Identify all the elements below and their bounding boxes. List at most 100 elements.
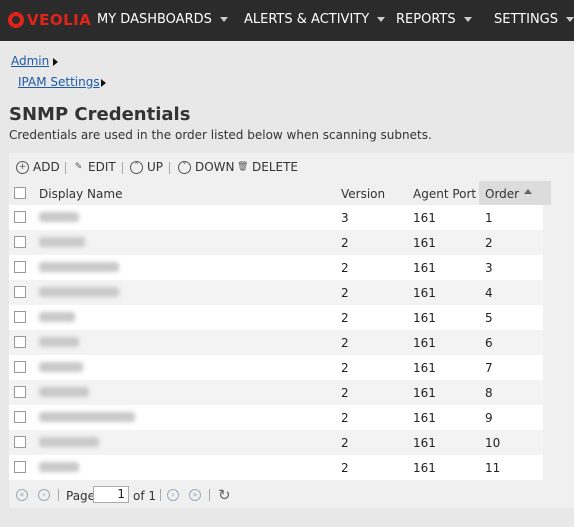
column-version[interactable]: Version xyxy=(341,187,385,201)
version-cell: 2 xyxy=(341,461,349,475)
pager-divider xyxy=(160,489,161,501)
pager-divider xyxy=(58,489,59,501)
up-button[interactable]: ˄ UP xyxy=(130,160,163,174)
chevron-down-icon xyxy=(377,17,386,22)
table-row[interactable]: 2 161 11 xyxy=(9,455,543,480)
table-row[interactable]: 2 161 2 xyxy=(9,230,543,255)
nav-settings[interactable]: SETTINGS xyxy=(494,12,574,27)
order-cell: 1 xyxy=(485,211,493,225)
page-label: Page xyxy=(66,489,96,503)
row-checkbox[interactable] xyxy=(14,386,26,398)
page-subtitle: Credentials are used in the order listed… xyxy=(9,128,432,142)
pencil-icon: ✎ xyxy=(74,161,83,172)
nav-reports[interactable]: REPORTS xyxy=(396,12,472,27)
agent-port-cell: 161 xyxy=(413,336,436,350)
logo-text: VEOLIA xyxy=(27,11,92,29)
redacted-display-name xyxy=(39,337,79,347)
nav-alerts-activity[interactable]: ALERTS & ACTIVITY xyxy=(244,12,386,27)
version-cell: 2 xyxy=(341,386,349,400)
redacted-display-name xyxy=(39,412,135,422)
credentials-grid: + ADD ✎ EDIT ˄ UP ˅ DOWN 🗑 DELETE Display Nam… xyxy=(9,153,574,508)
row-checkbox[interactable] xyxy=(14,361,26,373)
column-order[interactable]: Order xyxy=(479,181,551,205)
redacted-display-name xyxy=(39,387,89,397)
toolbar-divider xyxy=(65,162,66,174)
veolia-logo[interactable]: VEOLIA xyxy=(8,10,91,30)
table-row[interactable]: 2 161 4 xyxy=(9,280,543,305)
version-cell: 3 xyxy=(341,211,349,225)
version-cell: 2 xyxy=(341,261,349,275)
order-cell: 11 xyxy=(485,461,501,475)
version-cell: 2 xyxy=(341,311,349,325)
last-page-icon[interactable]: » xyxy=(189,489,201,501)
order-cell: 4 xyxy=(485,286,493,300)
arrow-down-icon: ˅ xyxy=(178,160,191,174)
page-count: of 1 xyxy=(133,489,157,503)
order-cell: 9 xyxy=(485,411,493,425)
table-row[interactable]: 2 161 9 xyxy=(9,405,543,430)
first-page-icon[interactable]: « xyxy=(16,489,28,501)
row-checkbox[interactable] xyxy=(14,261,26,273)
add-button[interactable]: + ADD xyxy=(16,160,60,174)
logo-icon xyxy=(8,12,24,28)
column-agent-port[interactable]: Agent Port xyxy=(413,187,476,201)
redacted-display-name xyxy=(39,262,119,272)
row-checkbox[interactable] xyxy=(14,311,26,323)
order-cell: 8 xyxy=(485,386,493,400)
table-row[interactable]: 2 161 6 xyxy=(9,330,543,355)
row-checkbox[interactable] xyxy=(14,236,26,248)
chevron-down-icon xyxy=(219,17,228,22)
row-checkbox[interactable] xyxy=(14,286,26,298)
redacted-display-name xyxy=(39,437,99,447)
table-row[interactable]: 3 161 1 xyxy=(9,205,543,230)
version-cell: 2 xyxy=(341,286,349,300)
table-row[interactable]: 2 161 7 xyxy=(9,355,543,380)
edit-button[interactable]: ✎ EDIT xyxy=(73,160,116,174)
nav-alerts-activity-label: ALERTS & ACTIVITY xyxy=(244,12,370,27)
page-title: SNMP Credentials xyxy=(9,104,191,125)
row-checkbox[interactable] xyxy=(14,436,26,448)
delete-button[interactable]: 🗑 DELETE xyxy=(237,160,298,174)
breadcrumb-ipam-settings[interactable]: IPAM Settings xyxy=(18,75,100,89)
agent-port-cell: 161 xyxy=(413,386,436,400)
toolbar-divider xyxy=(122,162,123,174)
add-label: ADD xyxy=(33,160,60,174)
down-button[interactable]: ˅ DOWN xyxy=(178,160,235,174)
agent-port-cell: 161 xyxy=(413,286,436,300)
order-cell: 2 xyxy=(485,236,493,250)
breadcrumb-admin[interactable]: Admin xyxy=(11,54,49,68)
redacted-display-name xyxy=(39,312,75,322)
table-row[interactable]: 2 161 8 xyxy=(9,380,543,405)
breadcrumb-arrow-icon[interactable] xyxy=(53,58,58,66)
column-order-label: Order xyxy=(485,187,520,201)
row-checkbox[interactable] xyxy=(14,336,26,348)
table-row[interactable]: 2 161 3 xyxy=(9,255,543,280)
pager-divider xyxy=(209,489,210,501)
nav-my-dashboards[interactable]: MY DASHBOARDS xyxy=(97,12,228,27)
table-row[interactable]: 2 161 5 xyxy=(9,305,543,330)
plus-icon: + xyxy=(16,160,29,174)
select-all-checkbox[interactable] xyxy=(14,187,26,199)
edit-label: EDIT xyxy=(88,160,116,174)
nav-my-dashboards-label: MY DASHBOARDS xyxy=(97,12,212,27)
redacted-display-name xyxy=(39,237,85,247)
page-number-input[interactable]: 1 xyxy=(93,486,129,503)
agent-port-cell: 161 xyxy=(413,236,436,250)
row-checkbox[interactable] xyxy=(14,211,26,223)
arrow-up-icon: ˄ xyxy=(130,160,143,174)
breadcrumb-arrow-icon[interactable] xyxy=(101,79,106,87)
table-row[interactable]: 2 161 10 xyxy=(9,430,543,455)
delete-label: DELETE xyxy=(252,160,299,174)
previous-page-icon[interactable]: ‹ xyxy=(38,489,50,501)
agent-port-cell: 161 xyxy=(413,211,436,225)
refresh-icon[interactable]: ↻ xyxy=(218,486,231,504)
agent-port-cell: 161 xyxy=(413,436,436,450)
column-display-name[interactable]: Display Name xyxy=(39,187,122,201)
row-checkbox[interactable] xyxy=(14,461,26,473)
sort-ascending-icon xyxy=(524,189,532,194)
next-page-icon[interactable]: › xyxy=(167,489,179,501)
nav-settings-label: SETTINGS xyxy=(494,12,559,27)
row-checkbox[interactable] xyxy=(14,411,26,423)
version-cell: 2 xyxy=(341,436,349,450)
version-cell: 2 xyxy=(341,361,349,375)
